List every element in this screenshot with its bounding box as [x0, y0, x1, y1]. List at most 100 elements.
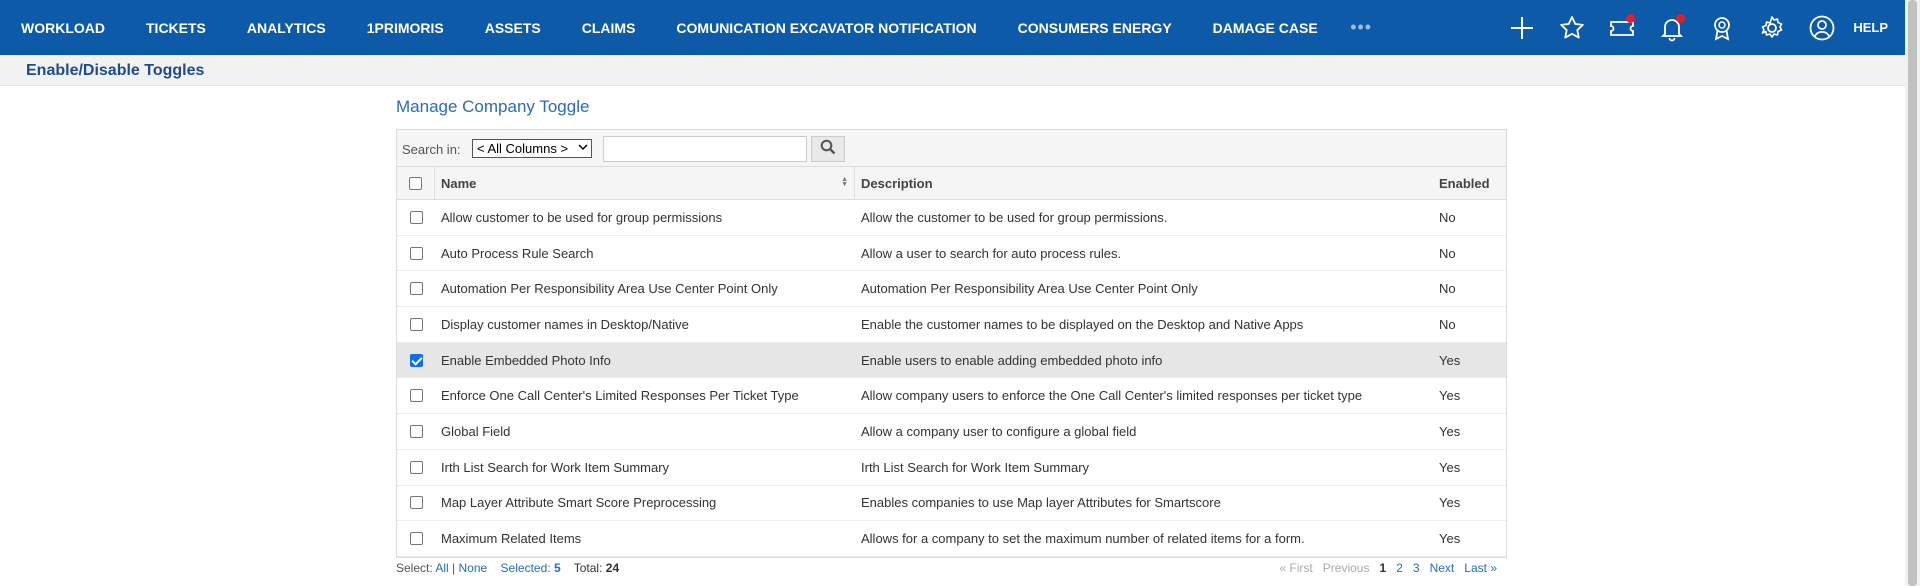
award-icon[interactable]	[1708, 14, 1736, 42]
select-none-link[interactable]: None	[459, 561, 488, 575]
ticket-icon[interactable]	[1608, 13, 1636, 42]
column-header-enabled[interactable]: Enabled	[1438, 167, 1506, 199]
row-description: Allow a user to search for auto process …	[861, 245, 1122, 261]
nav-right-toolbar: HELP	[1497, 0, 1905, 55]
search-column-value: < All Columns >	[477, 141, 569, 156]
row-select-cell	[397, 521, 435, 556]
scrollbar-thumb[interactable]	[1908, 0, 1917, 586]
page-3[interactable]: 3	[1413, 561, 1420, 575]
nav-analytics[interactable]: ANALYTICS	[226, 20, 346, 36]
plus-icon[interactable]	[1508, 14, 1536, 42]
row-select-cell	[397, 271, 435, 306]
ticket-badge	[1626, 13, 1636, 23]
row-description: Allows for a company to set the maximum …	[861, 531, 1305, 547]
row-checkbox[interactable]	[409, 210, 423, 224]
row-checkbox[interactable]	[409, 282, 423, 296]
row-enabled: Yes	[1439, 459, 1461, 475]
row-select-cell	[397, 414, 435, 449]
nav-workload[interactable]: WORKLOAD	[0, 20, 126, 36]
row-select-cell	[397, 450, 435, 485]
select-separator: |	[452, 561, 456, 575]
column-header-description[interactable]: Description	[855, 167, 1438, 199]
row-enabled: Yes	[1439, 388, 1461, 404]
row-description: Irth List Search for Work Item Summary	[861, 459, 1090, 475]
toggles-grid: Search in: < All Columns > Name ▲ ▼ Descr…	[396, 129, 1507, 558]
column-header-name-label: Name	[441, 175, 477, 191]
bell-icon[interactable]	[1658, 13, 1686, 42]
row-select-cell	[397, 236, 435, 271]
column-header-name[interactable]: Name ▲ ▼	[435, 167, 855, 199]
row-select-cell	[397, 486, 435, 521]
star-icon[interactable]	[1558, 14, 1586, 42]
first-page-link: « First	[1279, 561, 1313, 575]
row-checkbox[interactable]	[409, 460, 423, 474]
row-select-cell	[397, 200, 435, 235]
nav-consumers-energy[interactable]: CONSUMERS ENERGY	[997, 20, 1192, 36]
row-checkbox[interactable]	[409, 246, 423, 260]
gear-icon[interactable]	[1758, 14, 1786, 42]
row-select-cell	[397, 343, 435, 378]
row-name: Auto Process Rule Search	[441, 245, 594, 261]
row-description: Allow the customer to be used for group …	[861, 209, 1168, 225]
help-link[interactable]: HELP	[1853, 20, 1888, 35]
row-name: Enforce One Call Center's Limited Respon…	[441, 388, 799, 404]
row-checkbox[interactable]	[409, 353, 423, 367]
selection-summary: Select: All | None Selected: 5 Total: 24	[396, 561, 619, 575]
previous-page-link: Previous	[1322, 561, 1370, 575]
page-scrollbar[interactable]	[1905, 0, 1920, 586]
row-checkbox[interactable]	[409, 317, 423, 331]
user-icon[interactable]	[1808, 14, 1836, 42]
row-description: Automation Per Responsibility Area Use C…	[861, 281, 1198, 297]
page-2[interactable]: 2	[1396, 561, 1403, 575]
row-description: Enables companies to use Map layer Attri…	[861, 495, 1221, 511]
row-name: Enable Embedded Photo Info	[441, 352, 611, 368]
row-checkbox[interactable]	[409, 532, 423, 546]
row-name: Maximum Related Items	[441, 531, 582, 547]
table-row[interactable]: Global Field Allow a company user to conf…	[397, 414, 1506, 450]
table-row[interactable]: Allow customer to be used for group perm…	[397, 200, 1506, 236]
sub-header: Enable/Disable Toggles	[0, 55, 1905, 86]
header-select-cell	[397, 167, 435, 199]
nav-tickets[interactable]: TICKETS	[126, 20, 227, 36]
row-description: Allow company users to enforce the One C…	[861, 388, 1363, 404]
nav-claims[interactable]: CLAIMS	[561, 20, 656, 36]
table-row[interactable]: Auto Process Rule Search Allow a user to …	[397, 236, 1506, 272]
select-all-checkbox[interactable]	[409, 176, 422, 190]
row-name: Display customer names in Desktop/Native	[441, 316, 689, 332]
table-row[interactable]: Display customer names in Desktop/Native…	[397, 307, 1506, 343]
nav-assets[interactable]: ASSETS	[464, 20, 561, 36]
next-page-link[interactable]: Next	[1430, 561, 1455, 575]
row-name: Irth List Search for Work Item Summary	[441, 459, 670, 475]
selected-label[interactable]: Selected:	[501, 561, 551, 575]
nav-more-icon[interactable]: •••	[1338, 17, 1384, 38]
table-row[interactable]: Automation Per Responsibility Area Use C…	[397, 271, 1506, 308]
table-row[interactable]: Maximum Related Items Allows for a compan…	[397, 521, 1506, 557]
page-1: 1	[1379, 561, 1387, 575]
search-button[interactable]	[811, 136, 845, 162]
row-enabled: No	[1439, 209, 1456, 225]
nav-damage-case[interactable]: DAMAGE CASE	[1192, 20, 1338, 36]
last-page-link[interactable]: Last »	[1464, 561, 1497, 575]
row-enabled: Yes	[1439, 531, 1461, 547]
selected-count[interactable]: 5	[554, 561, 561, 575]
table-row[interactable]: Irth List Search for Work Item Summary Ir…	[397, 450, 1506, 486]
row-checkbox[interactable]	[409, 424, 423, 438]
nav-comunication-excavator-notification[interactable]: COMUNICATION EXCAVATOR NOTIFICATION	[656, 20, 997, 36]
row-checkbox[interactable]	[409, 496, 423, 510]
table-row[interactable]: Enforce One Call Center's Limited Respon…	[397, 378, 1506, 415]
row-name: Global Field	[441, 423, 511, 439]
row-checkbox[interactable]	[409, 389, 423, 403]
table-body: Allow customer to be used for group perm…	[397, 200, 1506, 557]
table-row[interactable]: Map Layer Attribute Smart Score Preproce…	[397, 486, 1506, 522]
chevron-down-icon	[578, 142, 588, 155]
table-row[interactable]: Enable Embedded Photo Info Enable users t…	[397, 342, 1506, 379]
table-header: Name ▲ ▼ Description Enabled	[397, 167, 1506, 200]
row-select-cell	[397, 307, 435, 342]
nav-1primoris[interactable]: 1PRIMORIS	[346, 20, 464, 36]
search-column-select[interactable]: < All Columns >	[472, 139, 592, 158]
select-all-link[interactable]: All	[435, 561, 448, 575]
search-input[interactable]	[603, 136, 807, 162]
top-nav-bar: WORKLOAD TICKETS ANALYTICS 1PRIMORIS ASS…	[0, 0, 1905, 55]
sort-icon: ▲ ▼	[841, 176, 848, 188]
row-description: Enable the customer names to be displaye…	[861, 316, 1304, 332]
